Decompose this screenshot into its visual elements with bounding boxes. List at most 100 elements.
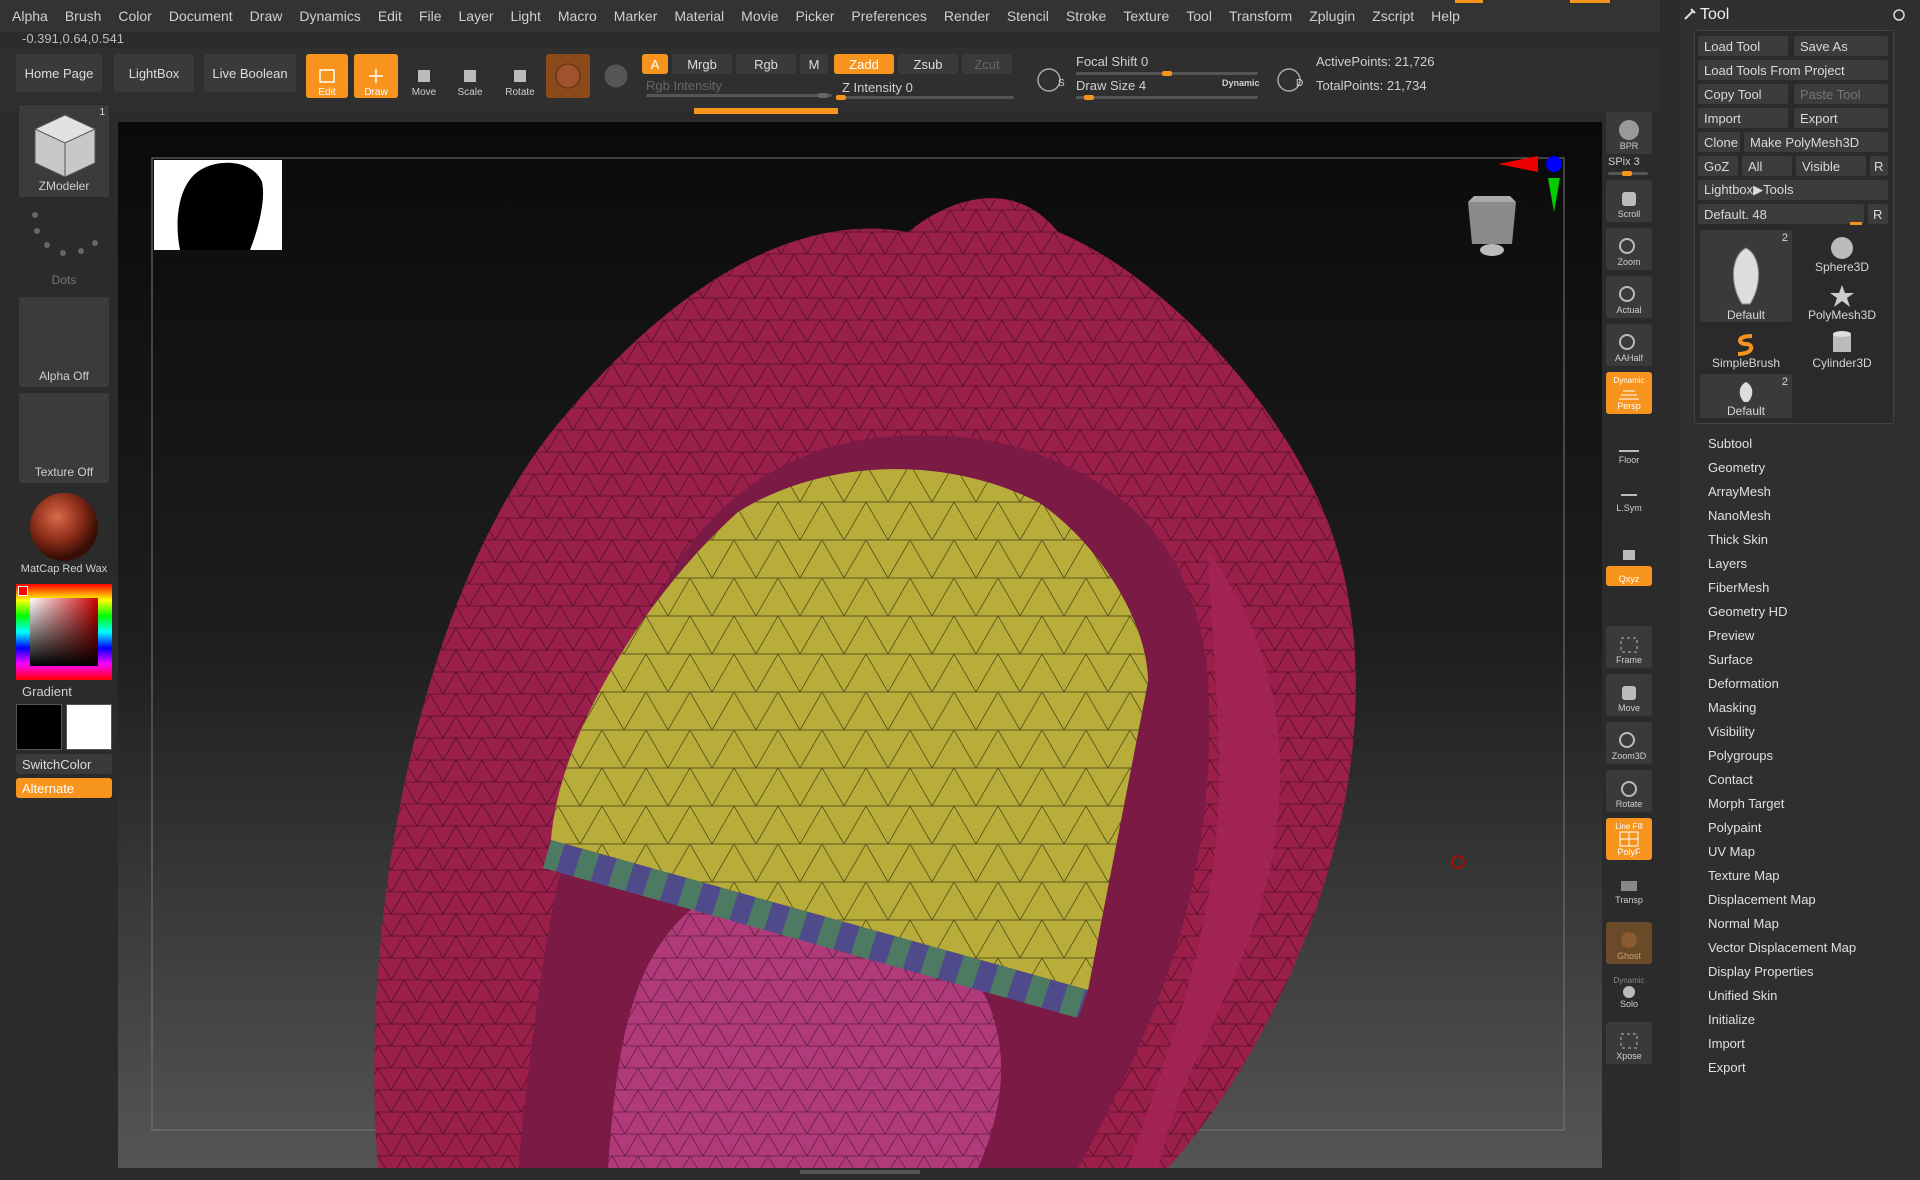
- alternate-button[interactable]: Alternate: [16, 778, 112, 798]
- menu-file[interactable]: File: [419, 8, 442, 24]
- zsub-toggle[interactable]: Zsub: [898, 54, 958, 74]
- menu-brush[interactable]: Brush: [65, 8, 102, 24]
- load-tool-button[interactable]: Load Tool: [1698, 36, 1788, 56]
- live-boolean-button[interactable]: Live Boolean: [204, 54, 296, 92]
- menu-help[interactable]: Help: [1431, 8, 1460, 24]
- polyf-button[interactable]: Line Fill PolyF: [1606, 818, 1652, 860]
- xyz-button[interactable]: Qxyz: [1606, 566, 1652, 586]
- menu-tool[interactable]: Tool: [1186, 8, 1212, 24]
- persp-button[interactable]: Dynamic Persp: [1606, 372, 1652, 414]
- zadd-toggle[interactable]: Zadd: [834, 54, 894, 74]
- stroke-dots-slot[interactable]: Dots: [18, 200, 110, 292]
- menu-stroke[interactable]: Stroke: [1066, 8, 1106, 24]
- menu-dynamics[interactable]: Dynamics: [299, 8, 360, 24]
- lsym-button[interactable]: L.Sym: [1606, 474, 1652, 516]
- color-picker[interactable]: [16, 584, 112, 680]
- tool-thumb-polymesh3d[interactable]: PolyMesh3D: [1796, 278, 1888, 322]
- saturation-square[interactable]: [30, 598, 98, 666]
- focal-shift-slider[interactable]: [1076, 71, 1258, 76]
- tool-thumb-cylinder3d[interactable]: Cylinder3D: [1796, 326, 1888, 370]
- mrgb-toggle[interactable]: Mrgb: [672, 54, 732, 74]
- subpalette-subtool[interactable]: Subtool: [1708, 436, 1752, 451]
- make-polymesh3d-button[interactable]: Make PolyMesh3D: [1744, 132, 1888, 152]
- tool-thumb-sphere3d[interactable]: Sphere3D: [1796, 230, 1888, 274]
- rotate-button[interactable]: Rotate: [500, 54, 540, 98]
- rgb-toggle[interactable]: Rgb: [736, 54, 796, 74]
- menu-macro[interactable]: Macro: [558, 8, 597, 24]
- bpr-button[interactable]: BPR: [1606, 112, 1652, 154]
- save-as-button[interactable]: Save As: [1794, 36, 1888, 56]
- move-button[interactable]: Move: [404, 54, 444, 98]
- menu-color[interactable]: Color: [118, 8, 151, 24]
- subpalette-morph-target[interactable]: Morph Target: [1708, 796, 1784, 811]
- lock-button[interactable]: [1606, 524, 1652, 566]
- subpalette-unified-skin[interactable]: Unified Skin: [1708, 988, 1777, 1003]
- subpalette-uv-map[interactable]: UV Map: [1708, 844, 1755, 859]
- menu-material[interactable]: Material: [674, 8, 724, 24]
- tool-thumb-default-2[interactable]: 2 Default: [1700, 374, 1792, 418]
- solo-button[interactable]: Dynamic Solo: [1606, 970, 1652, 1012]
- clone-button[interactable]: Clone: [1698, 132, 1740, 152]
- alpha-slot[interactable]: Alpha Off: [18, 296, 110, 388]
- default-tool-slider[interactable]: Default. 48: [1698, 204, 1864, 225]
- import-button[interactable]: Import: [1698, 108, 1788, 128]
- subpalette-deformation[interactable]: Deformation: [1708, 676, 1779, 691]
- menu-transform[interactable]: Transform: [1229, 8, 1292, 24]
- menu-light[interactable]: Light: [511, 8, 541, 24]
- subpalette-surface[interactable]: Surface: [1708, 652, 1753, 667]
- goz-visible-button[interactable]: Visible: [1796, 156, 1866, 176]
- copy-tool-button[interactable]: Copy Tool: [1698, 84, 1788, 104]
- subpalette-visibility[interactable]: Visibility: [1708, 724, 1755, 739]
- stroke-d-button[interactable]: [1270, 56, 1308, 96]
- lightbox-tools-button[interactable]: Lightbox▶Tools: [1698, 180, 1888, 200]
- zcut-toggle[interactable]: Zcut: [962, 54, 1012, 74]
- canvas-viewport[interactable]: [118, 122, 1602, 1168]
- home-page-button[interactable]: Home Page: [16, 54, 102, 92]
- zmodeler-brush-slot[interactable]: 1 ZModeler: [18, 104, 110, 198]
- default-tool-r-button[interactable]: R: [1868, 204, 1888, 224]
- menu-stencil[interactable]: Stencil: [1007, 8, 1049, 24]
- subpalette-masking[interactable]: Masking: [1708, 700, 1756, 715]
- view-cube-icon[interactable]: [1462, 192, 1522, 262]
- texture-swatch-button[interactable]: [596, 54, 636, 98]
- subpalette-nanomesh[interactable]: NanoMesh: [1708, 508, 1771, 523]
- paste-tool-button[interactable]: Paste Tool: [1794, 84, 1888, 104]
- menu-movie[interactable]: Movie: [741, 8, 778, 24]
- spix-slider[interactable]: [1608, 171, 1648, 176]
- aahalf-button[interactable]: AAHalf: [1606, 324, 1652, 366]
- m-toggle[interactable]: M: [800, 54, 828, 74]
- load-tools-from-project-button[interactable]: Load Tools From Project: [1698, 60, 1888, 80]
- subpalette-arraymesh[interactable]: ArrayMesh: [1708, 484, 1771, 499]
- xpose-button[interactable]: Xpose: [1606, 1022, 1652, 1064]
- menu-draw[interactable]: Draw: [250, 8, 283, 24]
- material-swatch-button[interactable]: [546, 54, 590, 98]
- goz-r-button[interactable]: R: [1870, 156, 1888, 176]
- rotate-view-button[interactable]: Rotate: [1606, 770, 1652, 812]
- actual-button[interactable]: Actual: [1606, 276, 1652, 318]
- switchcolor-button[interactable]: SwitchColor: [16, 754, 112, 774]
- subpalette-polygroups[interactable]: Polygroups: [1708, 748, 1773, 763]
- subpalette-export[interactable]: Export: [1708, 1060, 1746, 1075]
- brush-pin-icon[interactable]: [1682, 6, 1698, 22]
- texture-slot[interactable]: Texture Off: [18, 392, 110, 484]
- subpalette-displacement-map[interactable]: Displacement Map: [1708, 892, 1816, 907]
- main-color-swatch[interactable]: [66, 704, 112, 750]
- subpalette-contact[interactable]: Contact: [1708, 772, 1753, 787]
- goz-all-button[interactable]: All: [1742, 156, 1792, 176]
- scroll-button[interactable]: Scroll: [1606, 180, 1652, 222]
- tool-thumb-default[interactable]: 2 Default: [1700, 230, 1792, 322]
- frame-button[interactable]: Frame: [1606, 626, 1652, 668]
- subpalette-geometry-hd[interactable]: Geometry HD: [1708, 604, 1787, 619]
- menu-alpha[interactable]: Alpha: [12, 8, 48, 24]
- subpalette-layers[interactable]: Layers: [1708, 556, 1747, 571]
- subpalette-normal-map[interactable]: Normal Map: [1708, 916, 1779, 931]
- menu-layer[interactable]: Layer: [459, 8, 494, 24]
- menu-marker[interactable]: Marker: [614, 8, 658, 24]
- refresh-icon[interactable]: [1892, 8, 1906, 22]
- export-button[interactable]: Export: [1794, 108, 1888, 128]
- z-intensity-slider[interactable]: [836, 95, 1014, 100]
- subpalette-import[interactable]: Import: [1708, 1036, 1745, 1051]
- subpalette-vector-displacement-map[interactable]: Vector Displacement Map: [1708, 940, 1856, 955]
- menu-zplugin[interactable]: Zplugin: [1309, 8, 1355, 24]
- draw-button[interactable]: Draw: [354, 54, 398, 98]
